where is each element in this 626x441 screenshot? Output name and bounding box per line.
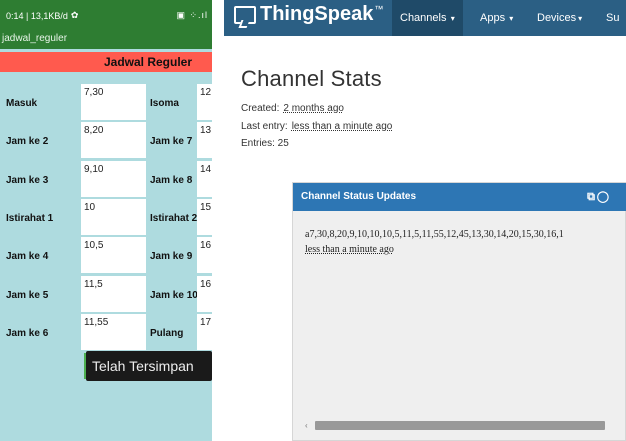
field-label: Jam ke 2: [6, 136, 49, 147]
time-input[interactable]: 16: [197, 276, 212, 312]
field-label: Jam ke 10: [150, 290, 198, 301]
field-label: Pulang: [150, 328, 184, 339]
time-input[interactable]: 11,55: [81, 314, 146, 350]
last-entry-meta: Last entry: less than a minute ago: [241, 121, 392, 132]
time-input[interactable]: 7,30: [81, 84, 146, 120]
field-label: Jam ke 8: [150, 175, 193, 186]
schedule-row: Jam ke 3 9,10 Jam ke 8 14: [0, 161, 212, 199]
last-entry-label: Last entry:: [241, 121, 288, 132]
field-label: Jam ke 9: [150, 251, 193, 262]
speech-bubble-logo-icon: [234, 5, 256, 24]
created-label: Created:: [241, 103, 280, 114]
entries-count: Entries: 25: [241, 138, 289, 149]
comment-icon[interactable]: ◯: [597, 183, 609, 211]
created-meta: Created: 2 months ago: [241, 103, 344, 114]
field-label: Masuk: [6, 98, 38, 109]
field-label: Isoma: [150, 98, 179, 109]
field-label: Jam ke 6: [6, 328, 49, 339]
time-input[interactable]: 17: [197, 314, 212, 350]
schedule-row: Masuk 7,30 Isoma 12: [0, 84, 212, 122]
brand-name: ThingSpeak: [260, 3, 374, 25]
nav-support-menu[interactable]: Su: [598, 0, 626, 36]
time-input[interactable]: 15: [197, 199, 212, 235]
schedule-row: Jam ke 4 10,5 Jam ke 9 16: [0, 237, 212, 275]
top-navbar: ThingSpeak ™ Channels ▾ Apps ▾ Devices ▾ …: [224, 0, 626, 36]
channel-status-panel: Channel Status Updates ⧉ ◯ a7,30,8,20,9,…: [292, 182, 626, 441]
time-input[interactable]: 14: [197, 161, 212, 197]
status-text: 0:14 | 13,1KB/d: [6, 10, 68, 21]
status-update-text: a7,30,8,20,9,10,10,10,5,11,5,11,55,12,45…: [305, 229, 564, 240]
field-label: Istirahat 2: [150, 213, 198, 224]
time-input[interactable]: 8,20: [81, 122, 146, 158]
image-divider: [212, 0, 224, 441]
caret-down-icon: ▾: [578, 14, 583, 23]
scroll-left-arrow-icon[interactable]: ‹: [305, 421, 308, 430]
horizontal-scrollbar[interactable]: [315, 421, 605, 430]
signal-battery-icons: ▣ ⁘.ıl: [176, 10, 208, 20]
field-label: Jam ke 3: [6, 175, 49, 186]
field-label: Istirahat 1: [6, 213, 54, 224]
nav-devices-menu[interactable]: Devices ▾: [529, 0, 590, 36]
schedule-row: Jam ke 2 8,20 Jam ke 7 13: [0, 122, 212, 160]
thingspeak-page: ThingSpeak ™ Channels ▾ Apps ▾ Devices ▾ …: [224, 0, 626, 441]
schedule-row: Jam ke 5 11,5 Jam ke 10 16: [0, 276, 212, 314]
status-bar: 0:14 | 13,1KB/d ✿ ▣ ⁘.ıl: [0, 0, 212, 31]
time-input[interactable]: 11,5: [81, 276, 146, 312]
nav-apps-label: Apps: [480, 12, 506, 24]
panel-header: Channel Status Updates ⧉ ◯: [293, 183, 626, 211]
app-bar: jadwal_reguler: [0, 31, 212, 49]
time-input[interactable]: 12: [197, 84, 212, 120]
field-label: Jam ke 4: [6, 251, 49, 262]
nav-devices-label: Devices: [537, 12, 577, 24]
created-value-link[interactable]: 2 months ago: [283, 103, 344, 114]
panel-title: Channel Status Updates: [301, 191, 417, 202]
last-entry-value-link[interactable]: less than a minute ago: [292, 121, 393, 132]
saved-toast: Telah Tersimpan: [86, 351, 212, 381]
nav-channels-menu[interactable]: Channels ▾: [392, 0, 463, 36]
nav-apps-menu[interactable]: Apps ▾: [472, 0, 521, 36]
status-update-time[interactable]: less than a minute ago: [305, 244, 394, 255]
trademark-mark: ™: [374, 3, 384, 14]
time-input[interactable]: 9,10: [81, 161, 146, 197]
time-input[interactable]: 10,5: [81, 237, 146, 273]
phone-screen: 0:14 | 13,1KB/d ✿ ▣ ⁘.ıl jadwal_reguler …: [0, 0, 212, 441]
external-link-icon[interactable]: ⧉: [587, 183, 595, 211]
time-input[interactable]: 10: [81, 199, 146, 235]
time-input[interactable]: 13: [197, 122, 212, 158]
caret-down-icon: ▾: [507, 14, 514, 23]
thingspeak-logo[interactable]: ThingSpeak ™: [234, 3, 383, 26]
field-label: Jam ke 5: [6, 290, 49, 301]
schedule-row: Istirahat 1 10 Istirahat 2 15: [0, 199, 212, 237]
nav-channels-label: Channels: [400, 12, 447, 24]
schedule-header: Jadwal Reguler: [0, 52, 212, 72]
time-input[interactable]: 16: [197, 237, 212, 273]
field-label: Jam ke 7: [150, 136, 193, 147]
settings-gear-icon: ✿: [70, 10, 79, 20]
page-title: Channel Stats: [241, 66, 382, 91]
schedule-row: Jam ke 6 11,55 Pulang 17: [0, 314, 212, 352]
nav-support-label: Su: [606, 12, 620, 24]
caret-down-icon: ▾: [448, 14, 455, 23]
